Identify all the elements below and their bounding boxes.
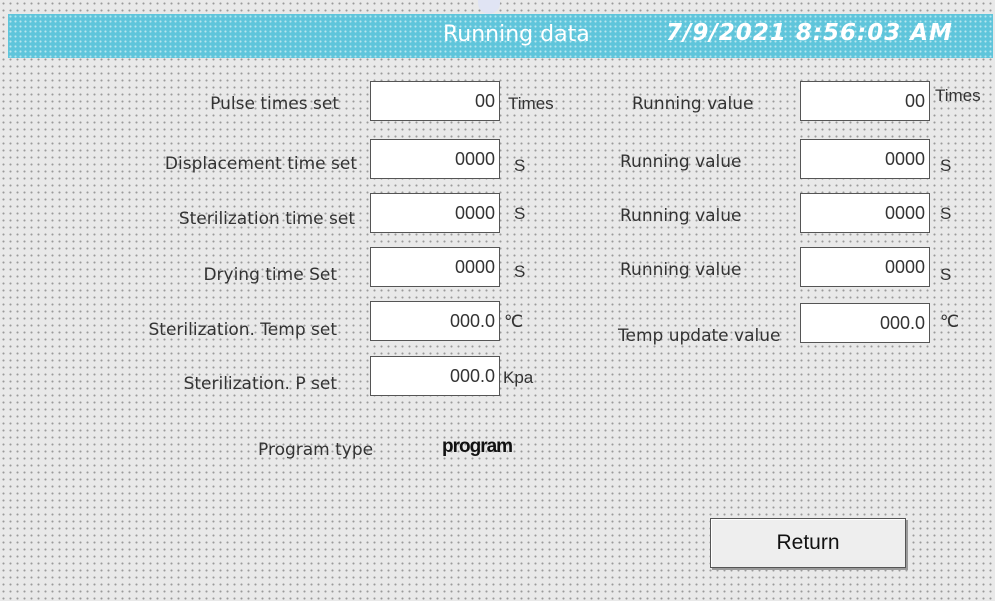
displacement-time-set-label: Displacement time set (164, 154, 357, 174)
sterilization-pressure-set-label: Sterilization. P set (183, 374, 337, 394)
drying-time-set-unit: S (514, 262, 526, 281)
sterilization-time-set-field[interactable]: 0000 (370, 193, 500, 233)
sterilization-pressure-set-field[interactable]: 000.0 (370, 356, 500, 396)
running-displacement-time-field: 0000 (800, 139, 930, 179)
datetime-display: 7/9/2021 8:56:03 AM (666, 20, 953, 46)
title-bar: Running data 7/9/2021 8:56:03 AM (8, 14, 993, 58)
displacement-time-set-field[interactable]: 0000 (370, 139, 500, 179)
temp-update-value-field: 000.0 (800, 303, 930, 343)
running-sterilization-time-unit: S (940, 204, 952, 223)
temp-update-value-unit: ℃ (940, 312, 960, 331)
page-title: Running data (443, 22, 590, 47)
running-displacement-time-unit: S (940, 156, 952, 175)
drying-time-set-label: Drying time Set (203, 265, 337, 285)
sterilization-pressure-set-unit: Kpa (503, 368, 534, 387)
running-sterilization-time-label: Running value (620, 206, 742, 226)
top-notch (478, 0, 500, 14)
return-button[interactable]: Return (710, 518, 906, 568)
program-type-label: Program type (258, 440, 374, 460)
sterilization-time-set-unit: S (514, 204, 526, 223)
sterilization-temp-set-label: Sterilization. Temp set (148, 320, 337, 340)
running-sterilization-time-field: 0000 (800, 193, 930, 233)
program-type-value: program (442, 436, 513, 457)
pulse-times-set-field[interactable]: 00 (370, 81, 500, 121)
running-pulse-times-label: Running value (632, 94, 754, 114)
sterilization-time-set-label: Sterilization time set (178, 209, 355, 229)
running-displacement-time-label: Running value (620, 152, 742, 172)
running-pulse-times-field: 00 (800, 81, 930, 121)
sterilization-temp-set-unit: ℃ (504, 312, 524, 331)
running-drying-time-unit: S (940, 265, 952, 284)
displacement-time-set-unit: S (514, 156, 526, 175)
temp-update-value-label: Temp update value (618, 326, 781, 346)
pulse-times-set-unit: Times (508, 94, 554, 113)
hmi-screen: Running data 7/9/2021 8:56:03 AM Pulse t… (0, 0, 995, 601)
sterilization-temp-set-field[interactable]: 000.0 (370, 301, 500, 341)
drying-time-set-field[interactable]: 0000 (370, 247, 500, 287)
running-drying-time-field: 0000 (800, 247, 930, 287)
pulse-times-set-label: Pulse times set (210, 94, 339, 114)
running-pulse-times-unit: Times (935, 86, 981, 105)
running-drying-time-label: Running value (620, 260, 742, 280)
